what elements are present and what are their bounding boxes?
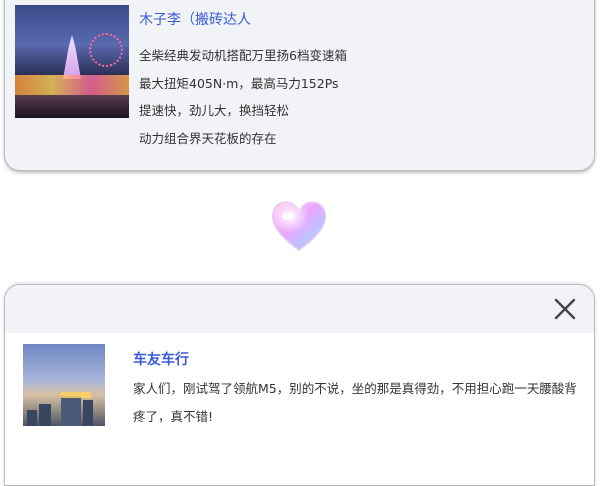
- comment-text: 家人们，刚试驾了领航M5，别的不说，坐的那是真得劲，不用担心跑一天腰酸背疼了，真…: [133, 381, 577, 424]
- light-graphic: [61, 392, 91, 398]
- comment-card[interactable]: 车友车行 家人们，刚试驾了领航M5，别的不说，坐的那是真得劲，不用担心跑一天腰酸…: [4, 284, 595, 486]
- post-author[interactable]: 木子李（搬砖达人: [139, 9, 251, 29]
- building-graphic: [61, 396, 81, 426]
- ferris-wheel-graphic: [89, 33, 123, 67]
- post-card[interactable]: 木子李（搬砖达人 全柴经典发动机搭配万里扬6档变速箱 最大扭矩405N·m，最高…: [4, 0, 595, 171]
- close-icon[interactable]: [552, 296, 578, 322]
- post-line: 动力组合界天花板的存在: [139, 130, 277, 146]
- building-graphic: [27, 410, 37, 426]
- post-thumbnail[interactable]: [15, 5, 129, 118]
- water-reflection-graphic: [15, 95, 129, 118]
- building-graphic: [83, 400, 93, 426]
- card-header: [5, 285, 594, 333]
- building-graphic: [39, 404, 51, 426]
- city-lights-graphic: [15, 75, 129, 95]
- heart-icon[interactable]: [268, 196, 330, 254]
- post-line: 最大扭矩405N·m，最高马力152Ps: [139, 75, 339, 91]
- comment-title[interactable]: 车友车行: [133, 349, 189, 369]
- post-line: 全柴经典发动机搭配万里扬6档变速箱: [139, 48, 347, 63]
- post-body: 全柴经典发动机搭配万里扬6档变速箱 最大扭矩405N·m，最高马力152Ps 提…: [139, 48, 347, 158]
- castle-graphic: [63, 35, 81, 79]
- post-line: 提速快，劲儿大，换挡轻松: [139, 103, 290, 118]
- comment-thumbnail[interactable]: [23, 344, 105, 426]
